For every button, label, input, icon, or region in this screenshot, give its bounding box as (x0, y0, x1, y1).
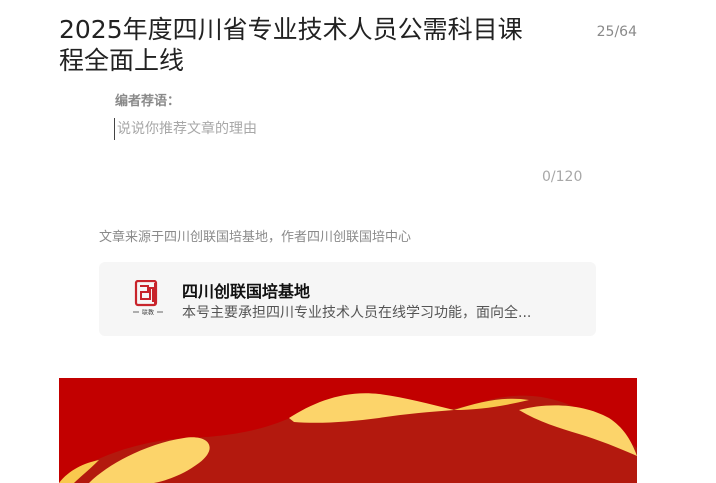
editor-note-input[interactable] (114, 118, 587, 140)
account-card[interactable]: 联教 四川创联国培基地 本号主要承担四川专业技术人员在线学习功能，面向全... (99, 262, 596, 336)
account-logo-icon: 联教 (133, 279, 163, 318)
article-banner-image (59, 378, 637, 483)
account-logo-text: 联教 (142, 309, 154, 317)
editor-note-label: 编者荐语： (115, 94, 181, 109)
account-description: 本号主要承担四川专业技术人员在线学习功能，面向全... (182, 305, 532, 321)
title-char-count: 25/64 (596, 24, 637, 40)
editor-note-char-counter: 0/120 (542, 169, 583, 185)
article-title: 2025年度四川省专业技术人员公需科目课程全面上线 (59, 15, 523, 75)
account-name: 四川创联国培基地 (182, 282, 311, 301)
article-source-line: 文章来源于四川创联国培基地，作者四川创联国培中心 (99, 230, 412, 245)
